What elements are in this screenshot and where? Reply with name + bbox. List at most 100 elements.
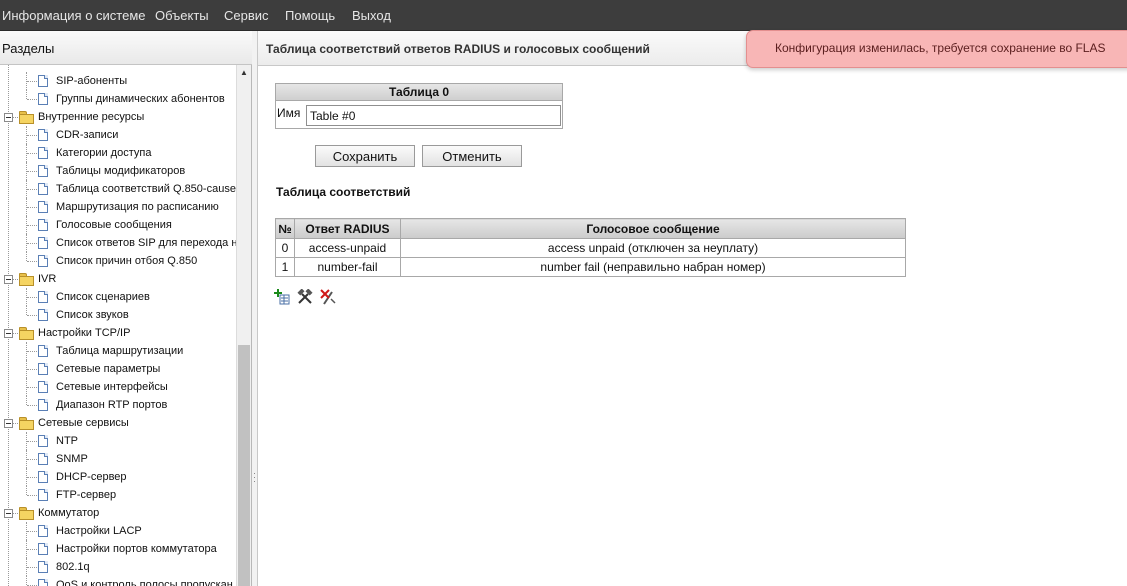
row-number: 1 — [275, 257, 295, 277]
tree-connector — [27, 405, 37, 406]
tree-guide-line — [26, 396, 27, 405]
menu-service[interactable]: Сервис — [224, 0, 269, 31]
tree-item[interactable]: Таблицы модификаторов — [0, 162, 236, 180]
tree-guide-line — [26, 486, 27, 495]
tree-item-label: Список ответов SIP для перехода н — [56, 237, 236, 249]
tree-item-label: Голосовые сообщения — [56, 219, 172, 231]
tree-item-label: FTP-сервер — [56, 489, 117, 501]
row-radius-answer: access-unpaid — [294, 238, 401, 258]
tree-folder-label: Сетевые сервисы — [38, 417, 129, 429]
tree-connector — [27, 261, 37, 262]
tree-item[interactable]: NTP — [0, 432, 236, 450]
document-icon — [38, 435, 48, 447]
row-number: 0 — [275, 238, 295, 258]
tree-folder[interactable]: Сетевые сервисы — [0, 414, 236, 432]
table-row[interactable]: 1 number-fail number fail (неправильно н… — [275, 257, 906, 277]
column-header-number: № — [275, 218, 295, 239]
document-icon — [38, 399, 48, 411]
tree-connector — [27, 387, 37, 388]
tree-item[interactable]: 802.1q — [0, 558, 236, 576]
tree-connector — [27, 459, 37, 460]
edit-icon[interactable] — [297, 289, 313, 305]
tree-folder[interactable]: IVR — [0, 270, 236, 288]
tree-folder[interactable]: Настройки TCP/IP — [0, 324, 236, 342]
collapse-toggle-icon[interactable] — [4, 329, 13, 338]
collapse-toggle-icon[interactable] — [4, 509, 13, 518]
tree-item[interactable]: FTP-сервер — [0, 486, 236, 504]
name-input[interactable] — [306, 105, 561, 126]
save-button[interactable]: Сохранить — [315, 145, 415, 167]
tree-connector — [27, 567, 37, 568]
scroll-up-arrow-icon[interactable]: ▲ — [237, 65, 251, 81]
tree-item[interactable]: Список ответов SIP для перехода н — [0, 234, 236, 252]
tree-item[interactable]: Сетевые интерфейсы — [0, 378, 236, 396]
tree-item-label: NTP — [56, 435, 78, 447]
menu-exit[interactable]: Выход — [352, 0, 391, 31]
tree-connector — [27, 441, 37, 442]
tree-item-label: Таблица соответствий Q.850-cause — [56, 183, 236, 195]
tree-item[interactable]: Таблица соответствий Q.850-cause — [0, 180, 236, 198]
sections-panel: Разделы SIP-абоненты Группы динамических … — [0, 31, 252, 586]
collapse-toggle-icon[interactable] — [4, 419, 13, 428]
tree-item[interactable]: SIP-абоненты — [0, 72, 236, 90]
tree-guide-line — [26, 576, 27, 585]
tree-connector — [27, 207, 37, 208]
tree-guide-line — [26, 90, 27, 99]
tree-folder[interactable]: Коммутатор — [0, 504, 236, 522]
mapping-table: № Ответ RADIUS Голосовое сообщение 0 acc… — [275, 218, 906, 277]
tree-folder-label: Настройки TCP/IP — [38, 327, 131, 339]
tree-connector — [27, 549, 37, 550]
tree-item-label: Диапазон RTP портов — [56, 399, 168, 411]
tree-item-label: Маршрутизация по расписанию — [56, 201, 219, 213]
tree-item[interactable]: SNMP — [0, 450, 236, 468]
tree-item[interactable]: Группы динамических абонентов — [0, 90, 236, 108]
document-icon — [38, 543, 48, 555]
document-icon — [38, 381, 48, 393]
tree-item[interactable]: Сетевые параметры — [0, 360, 236, 378]
document-icon — [38, 93, 48, 105]
tree-item[interactable]: Список причин отбоя Q.850 — [0, 252, 236, 270]
tree-folder-label: Внутренние ресурсы — [38, 111, 145, 123]
tree-item[interactable]: QoS и контроль полосы пропускан — [0, 576, 236, 586]
tree-connector — [13, 279, 18, 280]
document-icon — [38, 309, 48, 321]
menu-objects[interactable]: Объекты — [155, 0, 209, 31]
tree-item[interactable]: Настройки LACP — [0, 522, 236, 540]
tree-item[interactable]: Категории доступа — [0, 144, 236, 162]
tree-connector — [27, 531, 37, 532]
tree-item[interactable]: Маршрутизация по расписанию — [0, 198, 236, 216]
tree-item[interactable]: Таблица маршрутизации — [0, 342, 236, 360]
sections-panel-header: Разделы — [0, 31, 252, 65]
config-changed-notification[interactable]: Конфигурация изменилась, требуется сохра… — [746, 30, 1127, 68]
document-icon — [38, 165, 48, 177]
tree-scrollbar[interactable]: ▲ — [236, 65, 251, 586]
tree-item-label: Список причин отбоя Q.850 — [56, 255, 198, 267]
scroll-thumb[interactable] — [238, 345, 250, 586]
table-row[interactable]: 0 access-unpaid access unpaid (отключен … — [275, 238, 906, 258]
tree-folder[interactable]: Внутренние ресурсы — [0, 108, 236, 126]
tree-item[interactable]: CDR-записи — [0, 126, 236, 144]
document-icon — [38, 525, 48, 537]
tree-item-label: Категории доступа — [56, 147, 152, 159]
collapse-toggle-icon[interactable] — [4, 275, 13, 284]
tree-connector — [27, 189, 37, 190]
tree-item[interactable]: Список звуков — [0, 306, 236, 324]
cancel-button[interactable]: Отменить — [422, 145, 522, 167]
menu-system-info[interactable]: Информация о системе — [2, 0, 146, 31]
tree-item-label: DHCP-сервер — [56, 471, 127, 483]
tree-item[interactable]: Диапазон RTP портов — [0, 396, 236, 414]
document-icon — [38, 147, 48, 159]
document-icon — [38, 129, 48, 141]
add-icon[interactable] — [274, 289, 290, 305]
tree-connector — [13, 423, 18, 424]
collapse-toggle-icon[interactable] — [4, 113, 13, 122]
tree-item[interactable]: Список сценариев — [0, 288, 236, 306]
tree-folder-label: IVR — [38, 273, 57, 285]
section-title: Таблица соответствий — [276, 185, 411, 199]
tree-item[interactable]: DHCP-сервер — [0, 468, 236, 486]
delete-icon[interactable] — [320, 289, 336, 305]
folder-icon — [19, 273, 34, 286]
menu-help[interactable]: Помощь — [285, 0, 335, 31]
tree-item[interactable]: Настройки портов коммутатора — [0, 540, 236, 558]
tree-item[interactable]: Голосовые сообщения — [0, 216, 236, 234]
